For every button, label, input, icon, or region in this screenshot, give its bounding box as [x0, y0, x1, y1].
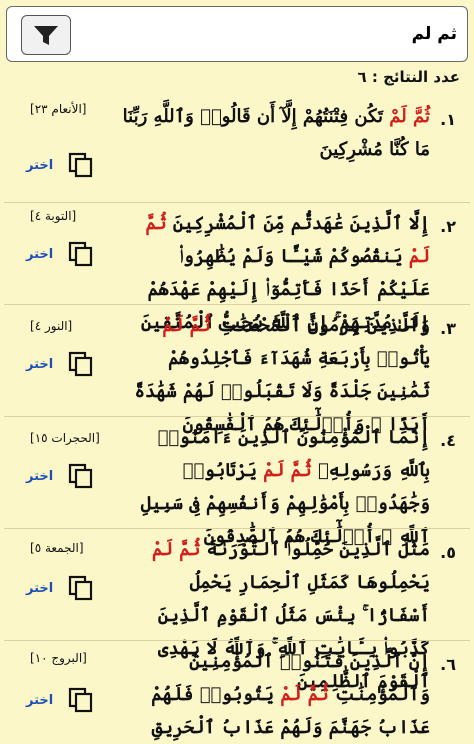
result-item: ٤. إِنَّمَا ٱلْمُؤْمِنُونَ ٱلَّذِينَ ءَا… [4, 416, 470, 547]
filter-icon [34, 26, 58, 45]
verse-highlight: ثُمَّ لَمْ [151, 539, 201, 560]
verse-reference: [النور ٤] [30, 319, 73, 333]
verse-reference: [الأنعام ٢٣] [30, 102, 87, 116]
result-item: ١. ثُمَّ لَمْ تَكُن فِتْنَتُهُمْ إِلَّآ … [4, 96, 470, 202]
copy-icon[interactable] [68, 351, 94, 377]
copy-icon[interactable] [68, 241, 94, 267]
verse-before: إِلَّا ٱلَّذِينَ عَٰهَدتُّم مِّنَ ٱلْمُش… [166, 213, 430, 234]
copy-icon[interactable] [68, 463, 94, 489]
choose-link[interactable]: اختر [26, 581, 53, 596]
result-number: ٦. [440, 655, 456, 674]
result-item: ٥. مَثَلُ ٱلَّذِينَ حُمِّلُوا۟ ٱلتَّوْرَ… [4, 528, 470, 692]
result-item: ٦. إِنَّ ٱلَّذِينَ فَتَنُوا۟ ٱلْمُؤْمِنِ… [4, 640, 470, 738]
result-number: ٣. [440, 319, 456, 338]
search-input[interactable] [77, 13, 459, 55]
results-count: عدد النتائج : ٦ [357, 68, 460, 86]
verse-after: تَكُن فِتْنَتُهُمْ إِلَّآ أَن قَالُوا۟ و… [122, 106, 430, 160]
choose-link[interactable]: اختر [26, 247, 53, 262]
choose-link[interactable]: اختر [26, 693, 53, 708]
verse-highlight: ثُمَّ لَمْ [280, 684, 329, 705]
verse-reference: [البروج ١٠] [30, 651, 87, 665]
choose-link[interactable]: اختر [26, 469, 53, 484]
result-item: ٢. إِلَّا ٱلَّذِينَ عَٰهَدتُّم مِّنَ ٱلْ… [4, 202, 470, 333]
verse-highlight: ثُمَّ لَمْ [162, 315, 211, 336]
verse-reference: [التوبة ٤] [30, 209, 77, 223]
verse-highlight: ثُمَّ لَمْ [263, 460, 312, 481]
verse-before: مَثَلُ ٱلَّذِينَ حُمِّلُوا۟ ٱلتَّوْرَىٰة… [200, 539, 430, 560]
verse-text: ثُمَّ لَمْ تَكُن فِتْنَتُهُمْ إِلَّآ أَن… [122, 100, 430, 166]
result-number: ٥. [440, 543, 456, 562]
result-item: ٣. وَٱلَّذِينَ يَرْمُونَ ٱلْمُحْصَنَٰتِ … [4, 304, 470, 435]
copy-icon[interactable] [68, 575, 94, 601]
search-bar [6, 6, 468, 62]
copy-icon[interactable] [68, 687, 94, 713]
choose-link[interactable]: اختر [26, 357, 53, 372]
verse-text: إِنَّ ٱلَّذِينَ فَتَنُوا۟ ٱلْمُؤْمِنِينَ… [122, 645, 430, 744]
verse-reference: [الجمعة ٥] [30, 541, 84, 555]
verse-highlight: ثُمَّ لَمْ [389, 106, 430, 127]
choose-link[interactable]: اختر [26, 158, 53, 173]
result-number: ٤. [440, 431, 456, 450]
result-number: ٢. [440, 217, 456, 236]
verse-before: وَٱلَّذِينَ يَرْمُونَ ٱلْمُحْصَنَٰتِ [210, 315, 430, 336]
verse-reference: [الحجرات ١٥] [30, 431, 100, 445]
result-number: ١. [440, 110, 456, 129]
copy-icon[interactable] [68, 152, 94, 178]
filter-button[interactable] [21, 15, 71, 55]
